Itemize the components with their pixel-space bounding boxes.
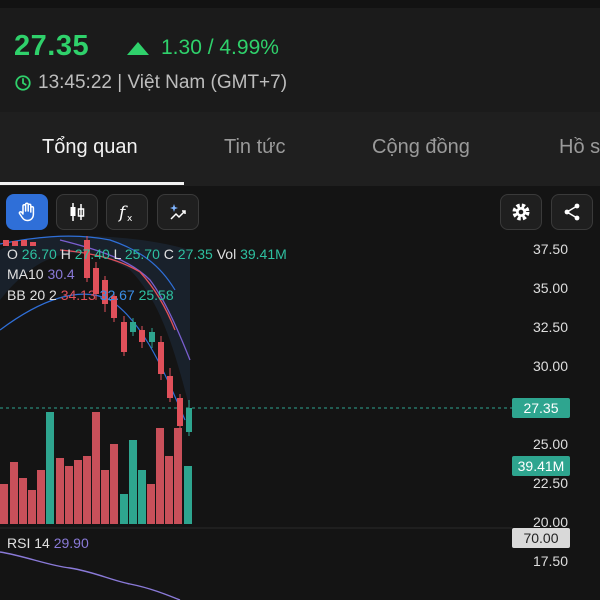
bb-lower-value: 25.58: [138, 287, 174, 303]
tab-bar: Tổng quan Tin tức Cộng đồng Hồ s: [0, 112, 600, 186]
candle: [186, 408, 192, 432]
ma-value: 30.4: [47, 266, 75, 282]
close-label: C: [163, 246, 174, 262]
volume-value: 39.41M: [240, 246, 287, 262]
bollinger-lower-line: [0, 293, 186, 421]
bb-mid-value: 32.67: [99, 287, 135, 303]
indicators-button[interactable]: f x: [106, 194, 148, 230]
rsi-line: [0, 551, 181, 600]
rsi-level-badge: 70.00: [512, 528, 570, 548]
gear-icon: [512, 203, 530, 221]
axis-tick: 35.00: [532, 280, 568, 296]
share-button[interactable]: [551, 194, 593, 230]
close-value: 27.35: [177, 246, 213, 262]
axis-tick: 37.50: [532, 241, 568, 257]
bollinger-legend: BB 20 2 34.13 32.67 25.58: [7, 287, 174, 303]
low-value: 25.70: [124, 246, 160, 262]
rsi-value: 29.90: [53, 535, 89, 551]
axis-tick: 25.00: [532, 436, 568, 452]
candle: [177, 398, 183, 426]
bb-upper-value: 34.13: [60, 287, 96, 303]
clock-icon: [15, 75, 31, 91]
open-value: 26.70: [21, 246, 57, 262]
hand-icon: [18, 202, 35, 222]
candle: [167, 376, 173, 398]
status-strip: [0, 0, 600, 8]
magic-chart-icon: [170, 204, 186, 220]
axis-tick: 22.50: [532, 475, 568, 491]
market-time-text: 13:45:22 | Việt Nam (GMT+7): [38, 72, 288, 93]
tab-profile[interactable]: Hồ s: [559, 136, 600, 159]
rsi-label: RSI 14: [7, 535, 50, 551]
candle: [158, 342, 164, 374]
candle: [130, 322, 136, 332]
hand-tool-button[interactable]: [6, 194, 48, 230]
candle: [149, 332, 155, 342]
ma-label: MA10: [7, 266, 44, 282]
price-change: 1.30 / 4.99%: [127, 36, 279, 60]
chart-settings-button[interactable]: [500, 194, 542, 230]
ohlc-legend: O 26.70 H 27.40 L 25.70 C 27.35 Vol 39.4…: [7, 246, 287, 262]
volume-badge: 39.41M: [512, 456, 570, 476]
high-label: H: [60, 246, 71, 262]
volume-label: Vol: [216, 246, 237, 262]
ma-legend: MA10 30.4: [7, 266, 75, 282]
quote-header: [0, 0, 600, 112]
price-change-text: 1.30 / 4.99%: [161, 36, 279, 59]
up-arrow-icon: [127, 41, 149, 55]
function-icon: f x: [117, 203, 133, 224]
axis-tick: 30.00: [532, 358, 568, 374]
share-icon: [564, 203, 580, 221]
candle: [121, 322, 127, 352]
last-price-badge: 27.35: [512, 398, 570, 418]
axis-tick: 32.50: [532, 319, 568, 335]
ai-analysis-button[interactable]: [157, 194, 199, 230]
bb-label: BB 20 2: [7, 287, 57, 303]
axis-tick: 17.50: [532, 553, 568, 569]
tab-overview[interactable]: Tổng quan: [42, 136, 138, 159]
volume-bars: [0, 412, 192, 524]
high-value: 27.40: [74, 246, 110, 262]
active-tab-indicator: [0, 182, 184, 185]
low-label: L: [113, 246, 121, 262]
last-price: 27.35: [14, 30, 90, 62]
tab-community[interactable]: Cộng đồng: [372, 136, 470, 159]
rsi-legend: RSI 14 29.90: [7, 535, 89, 551]
candle: [139, 330, 145, 342]
chart-type-button[interactable]: [56, 194, 98, 230]
tab-news[interactable]: Tin tức: [224, 136, 286, 159]
market-time: 13:45:22 | Việt Nam (GMT+7): [14, 72, 287, 94]
open-label: O: [7, 246, 18, 262]
svg-text:x: x: [127, 214, 133, 224]
candlestick-icon: [70, 203, 85, 221]
